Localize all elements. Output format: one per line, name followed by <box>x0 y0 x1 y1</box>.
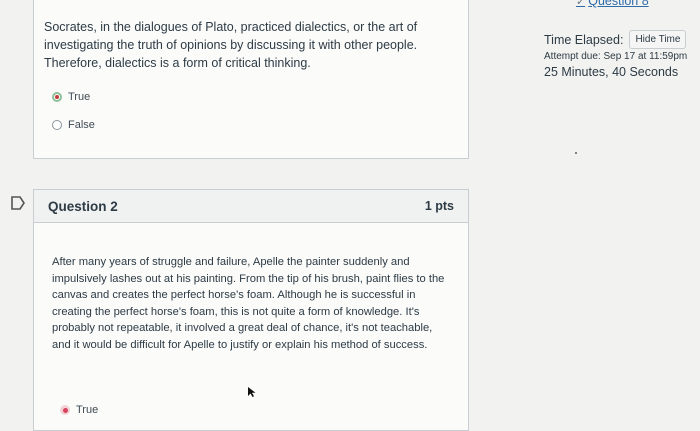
answer-option-label: False <box>68 119 95 131</box>
check-icon: ✓ <box>576 0 586 8</box>
question-1-text: Socrates, in the dialogues of Plato, pra… <box>44 20 418 70</box>
answer-option-true[interactable]: True <box>60 399 98 421</box>
question-link-label: Question 8 <box>588 0 649 8</box>
question-title: Question 2 <box>48 198 118 214</box>
mouse-cursor-icon <box>248 387 256 397</box>
answer-option-true[interactable]: True <box>34 86 468 108</box>
time-elapsed-value: 25 Minutes, 40 Seconds <box>544 65 679 79</box>
question-points: 1 pts <box>424 199 454 213</box>
question-2-header: Question 2 1 pts <box>34 190 468 223</box>
radio-empty-icon[interactable] <box>52 120 62 130</box>
time-elapsed-row: Time Elapsed: Hide Time <box>544 30 687 49</box>
time-elapsed-label: Time Elapsed: <box>544 32 624 47</box>
answer-option-false[interactable]: False <box>34 114 468 136</box>
hide-time-button[interactable]: Hide Time <box>629 30 687 49</box>
answer-option-label: True <box>76 404 99 416</box>
answer-option-label: True <box>68 91 91 103</box>
question-1-options: True False <box>34 86 468 136</box>
question-1-card: Socrates, in the dialogues of Plato, pra… <box>33 0 469 159</box>
radio-selected-icon[interactable] <box>52 92 62 102</box>
question-8-link[interactable]: ✓ Question 8 <box>576 0 649 8</box>
radio-selected-icon[interactable] <box>60 405 70 415</box>
question-2-text: After many years of struggle and failure… <box>52 256 445 351</box>
attempt-due-text: Attempt due: Sep 17 at 11:59pm <box>544 51 688 62</box>
flag-question-icon[interactable] <box>10 196 26 210</box>
divider-dot <box>575 152 577 154</box>
